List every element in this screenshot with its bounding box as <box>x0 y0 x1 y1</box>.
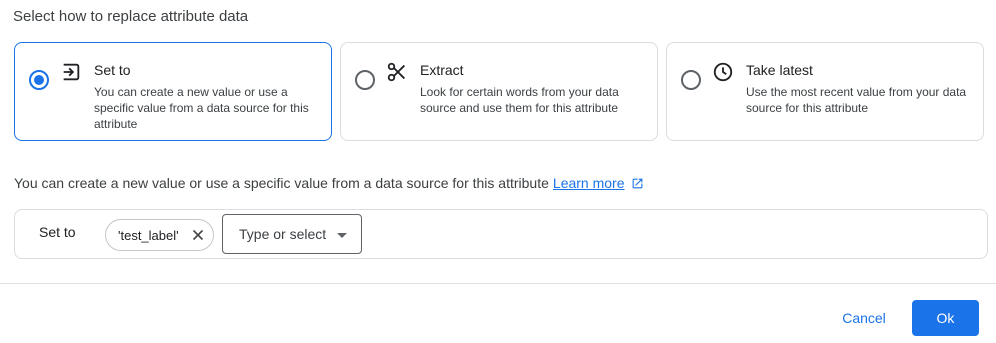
type-or-select-dropdown[interactable]: Type or select <box>222 214 362 254</box>
clock-icon <box>712 61 734 83</box>
radio-extract[interactable] <box>355 70 375 90</box>
set-to-row: Set to 'test_label' Type or select <box>14 209 988 259</box>
cancel-button[interactable]: Cancel <box>826 301 902 335</box>
replace-options: Set to You can create a new value or use… <box>14 42 984 141</box>
option-description: Look for certain words from your data so… <box>420 85 619 115</box>
ok-button[interactable]: Ok <box>912 300 979 336</box>
dropdown-placeholder: Type or select <box>239 226 327 242</box>
open-in-new-icon[interactable] <box>631 177 644 190</box>
radio-selected-dot <box>34 75 44 85</box>
option-set-to[interactable]: Set to You can create a new value or use… <box>14 42 332 141</box>
radio-take-latest[interactable] <box>681 70 701 90</box>
option-title: Set to <box>94 62 131 78</box>
info-text: You can create a new value or use a spec… <box>14 175 549 191</box>
caret-down-icon <box>337 233 347 238</box>
learn-more-link[interactable]: Learn more <box>553 175 625 191</box>
set-to-label: Set to <box>39 224 76 240</box>
footer-divider <box>0 283 996 284</box>
option-take-latest[interactable]: Take latest Use the most recent value fr… <box>666 42 984 141</box>
scissors-icon <box>386 61 408 83</box>
input-arrow-icon <box>60 61 82 83</box>
value-chip[interactable]: 'test_label' <box>105 219 214 251</box>
option-extract[interactable]: Extract Look for certain words from your… <box>340 42 658 141</box>
radio-set-to[interactable] <box>29 70 49 90</box>
info-text-row: You can create a new value or use a spec… <box>14 175 644 191</box>
option-description: Use the most recent value from your data… <box>746 85 967 115</box>
option-title: Take latest <box>746 62 813 78</box>
option-title: Extract <box>420 62 464 78</box>
option-description: You can create a new value or use a spec… <box>94 85 309 131</box>
chip-label: 'test_label' <box>118 227 179 243</box>
dialog-heading: Select how to replace attribute data <box>13 8 249 25</box>
close-icon[interactable] <box>191 228 205 242</box>
